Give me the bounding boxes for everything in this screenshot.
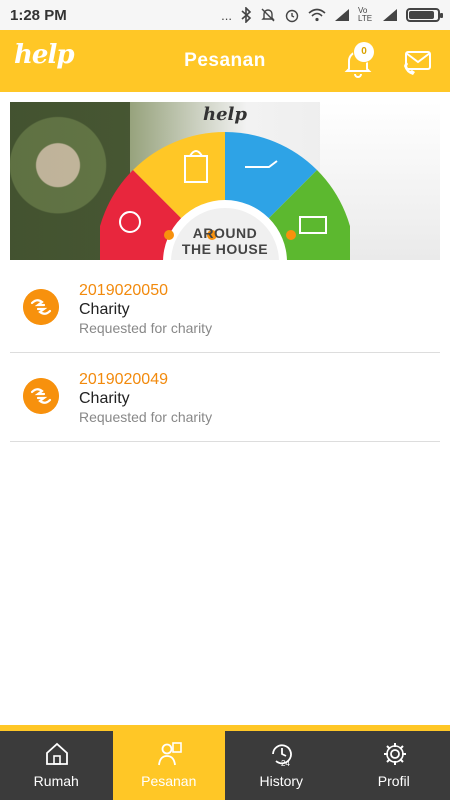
nav-item-history[interactable]: 24 History [225, 731, 338, 800]
signal-icon [335, 9, 349, 21]
order-id: 2019020050 [79, 282, 168, 299]
order-subtitle: Requested for charity [79, 320, 213, 336]
notification-badge: 0 [354, 42, 374, 62]
bluetooth-icon [241, 7, 252, 23]
nav-item-rumah[interactable]: Rumah [0, 731, 113, 800]
signal-icon-2 [383, 9, 397, 21]
mail-contact-icon[interactable] [400, 44, 436, 80]
svg-text:24: 24 [281, 759, 290, 767]
orders-icon [157, 742, 182, 766]
banner-caption-line2: THE HOUSE [181, 241, 269, 257]
order-title: Charity [79, 301, 130, 318]
more-dots: ... [221, 7, 232, 23]
status-bar: 1:28 PM ... Vo LTE [0, 0, 450, 30]
order-item[interactable]: 2019020049 Charity Requested for charity [10, 353, 440, 442]
nav-label: Profil [377, 773, 410, 789]
nav-item-pesanan[interactable]: Pesanan [112, 731, 225, 800]
help-logo: help [14, 40, 75, 70]
status-icons: ... Vo LTE [221, 6, 443, 23]
charity-hands-icon [23, 289, 59, 325]
order-title: Charity [79, 390, 130, 407]
banner-logo: help [203, 104, 247, 125]
battery-icon [406, 8, 443, 22]
battery-fill [409, 11, 434, 19]
nav-label: History [259, 773, 304, 789]
status-time: 1:28 PM [10, 6, 67, 24]
silent-bell-icon [261, 8, 275, 22]
promo-banner[interactable]: help AROUND THE HOUSE [10, 102, 440, 260]
nav-label: Pesanan [141, 773, 197, 789]
gear-icon [383, 743, 406, 765]
banner-caption-line1: AROUND [192, 225, 258, 241]
order-list: 2019020050 Charity Requested for charity… [10, 264, 440, 442]
charity-hands-icon [23, 378, 59, 414]
order-subtitle: Requested for charity [79, 409, 213, 425]
order-item[interactable]: 2019020050 Charity Requested for charity [10, 264, 440, 353]
alarm-icon [285, 9, 299, 23]
home-icon [46, 742, 68, 765]
bottom-nav: Rumah Pesanan 24 History Profil [0, 731, 450, 800]
order-id: 2019020049 [79, 371, 168, 388]
nav-label: Rumah [33, 773, 79, 789]
history-24-icon: 24 [272, 744, 292, 767]
app-bar: help Pesanan 0 [0, 30, 450, 92]
wifi-icon [308, 8, 326, 22]
nav-item-profil[interactable]: Profil [338, 731, 450, 800]
volte-label: Vo LTE [358, 6, 373, 23]
